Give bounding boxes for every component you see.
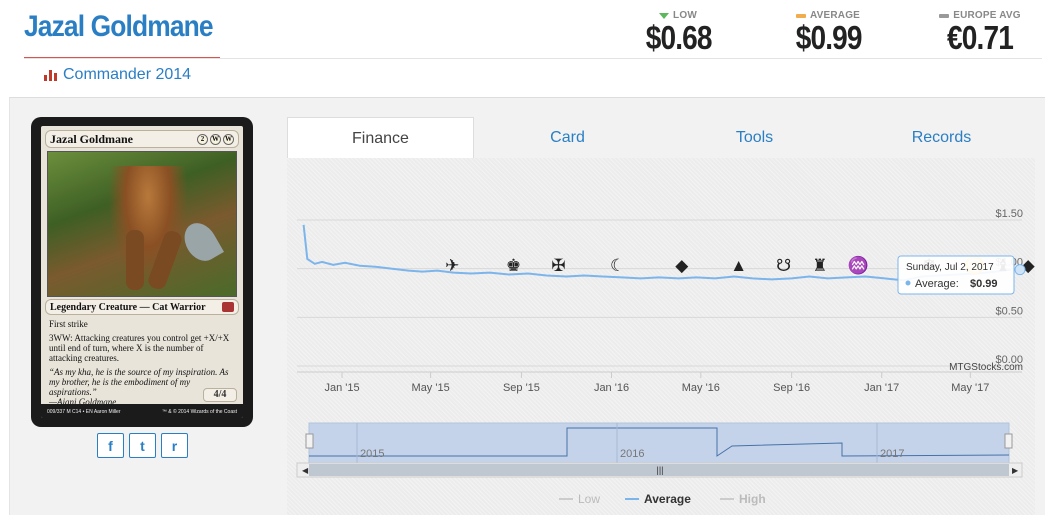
tooltip-label: Average: [915,278,959,290]
scroll-left-icon: ◀ [302,466,309,475]
navigator-handle-right [1004,433,1013,449]
price-chart[interactable]: $1.50$1.00$0.50$0.00Jan '15May '15Sep '1… [287,158,1036,515]
card-ability: 3WW: Attacking creatures you control get… [49,333,230,363]
legend-item-average: Average [644,492,691,506]
facebook-icon: f [108,437,113,454]
y-tick-label: $1.50 [995,208,1023,220]
legend-item-low: Low [578,492,600,506]
x-tick-label: Sep '15 [503,382,540,394]
x-tick-label: Jan '16 [594,382,629,394]
set-release-icon: ✠ [551,256,565,275]
tab-bar: Finance Card Tools Records [287,117,1035,159]
header-divider [24,58,1042,59]
artist-name: Aaron Miller [93,409,121,415]
set-release-icon: ▲ [730,256,747,275]
mana-symbol: W [210,133,221,145]
set-release-icon: ✈ [445,256,459,275]
navigator-label: 2016 [620,448,644,460]
card-ability: First strike [49,319,88,329]
set-release-icon: ☾ [610,256,625,275]
navigator-label: 2017 [880,448,904,460]
tooltip-date: Sunday, Jul 2, 2017 [906,262,994,273]
card-art [47,151,237,297]
tooltip-marker [905,280,911,286]
mana-cost: 2 W W [197,133,234,145]
twitter-button[interactable]: t [129,433,156,458]
set-release-icon: ◆ [675,256,689,275]
set-release-icon: ☋ [776,256,791,275]
x-tick-label: Sep '16 [773,382,810,394]
art-figure [108,166,188,286]
navigator-handle-left [305,433,314,449]
set-symbol-icon [44,69,57,81]
x-tick-label: Jan '15 [324,382,359,394]
reddit-icon: r [171,437,178,454]
reddit-button[interactable]: r [161,433,188,458]
legend-item-high: High [739,492,766,506]
bar-icon [795,13,806,18]
tooltip-value: $0.99 [970,278,998,290]
price-chart-svg[interactable]: $1.50$1.00$0.50$0.00Jan '15May '15Sep '1… [287,158,1036,515]
art-detail [126,230,144,290]
twitter-icon: t [140,437,145,454]
set-release-icon: ♚ [506,256,521,275]
card-type-line: Legendary Creature — Cat Warrior [50,301,206,313]
social-buttons: f t r [97,433,188,458]
scroll-right-icon: ▶ [1012,466,1019,475]
card-footer: 009/337 M C14 • EN Aaron Miller ™ & © 20… [47,409,237,415]
card-image[interactable]: Jazal Goldmane 2 W W Legendary Creature … [31,117,253,427]
tab-card[interactable]: Card [474,117,661,159]
copyright: ™ & © 2014 Wizards of the Coast [161,409,237,415]
tab-finance[interactable]: Finance [287,117,474,159]
price-low: LOW $0.68 [640,10,716,55]
set-release-icon: ♒ [848,255,869,275]
mana-symbol: 2 [197,133,208,145]
price-europe: EUROPE AVG €0.71 [938,10,1022,55]
x-tick-label: Jan '17 [864,382,899,394]
set-link[interactable]: Commander 2014 [44,66,191,84]
card-flavor-text: “As my kha, he is the source of my inspi… [49,367,229,397]
card-name-bar: Jazal Goldmane 2 W W [45,130,239,148]
navigator-label: 2015 [360,448,384,460]
set-rarity-icon [222,302,234,312]
chart-credit: MTGStocks.com [949,362,1023,373]
tab-tools[interactable]: Tools [661,117,848,159]
x-tick-label: May '16 [682,382,720,394]
scroll-grip-icon: ||| [656,465,663,475]
set-release-icon: ♜ [812,256,827,275]
mana-symbol: W [223,133,234,145]
collector-number: 009/337 M [47,409,71,415]
triangle-down-icon [659,12,670,19]
set-name: Commander 2014 [63,66,192,83]
hover-point [1014,264,1026,276]
price-average-value: $0.99 [795,19,863,56]
card-name: Jazal Goldmane [50,131,133,146]
bar-icon [939,13,950,18]
price-low-value: $0.68 [645,19,713,56]
price-europe-value: €0.71 [947,19,1014,56]
card-type-bar: Legendary Creature — Cat Warrior [45,299,239,315]
x-tick-label: May '17 [951,382,989,394]
card-power-toughness: 4/4 [203,388,237,402]
price-average: AVERAGE $0.99 [790,10,866,55]
page-title: Jazal Goldmane [24,10,214,43]
set-code: C14 • EN [72,409,93,415]
tab-records[interactable]: Records [848,117,1035,159]
y-tick-label: $0.50 [995,305,1023,317]
facebook-button[interactable]: f [97,433,124,458]
x-tick-label: May '15 [412,382,450,394]
